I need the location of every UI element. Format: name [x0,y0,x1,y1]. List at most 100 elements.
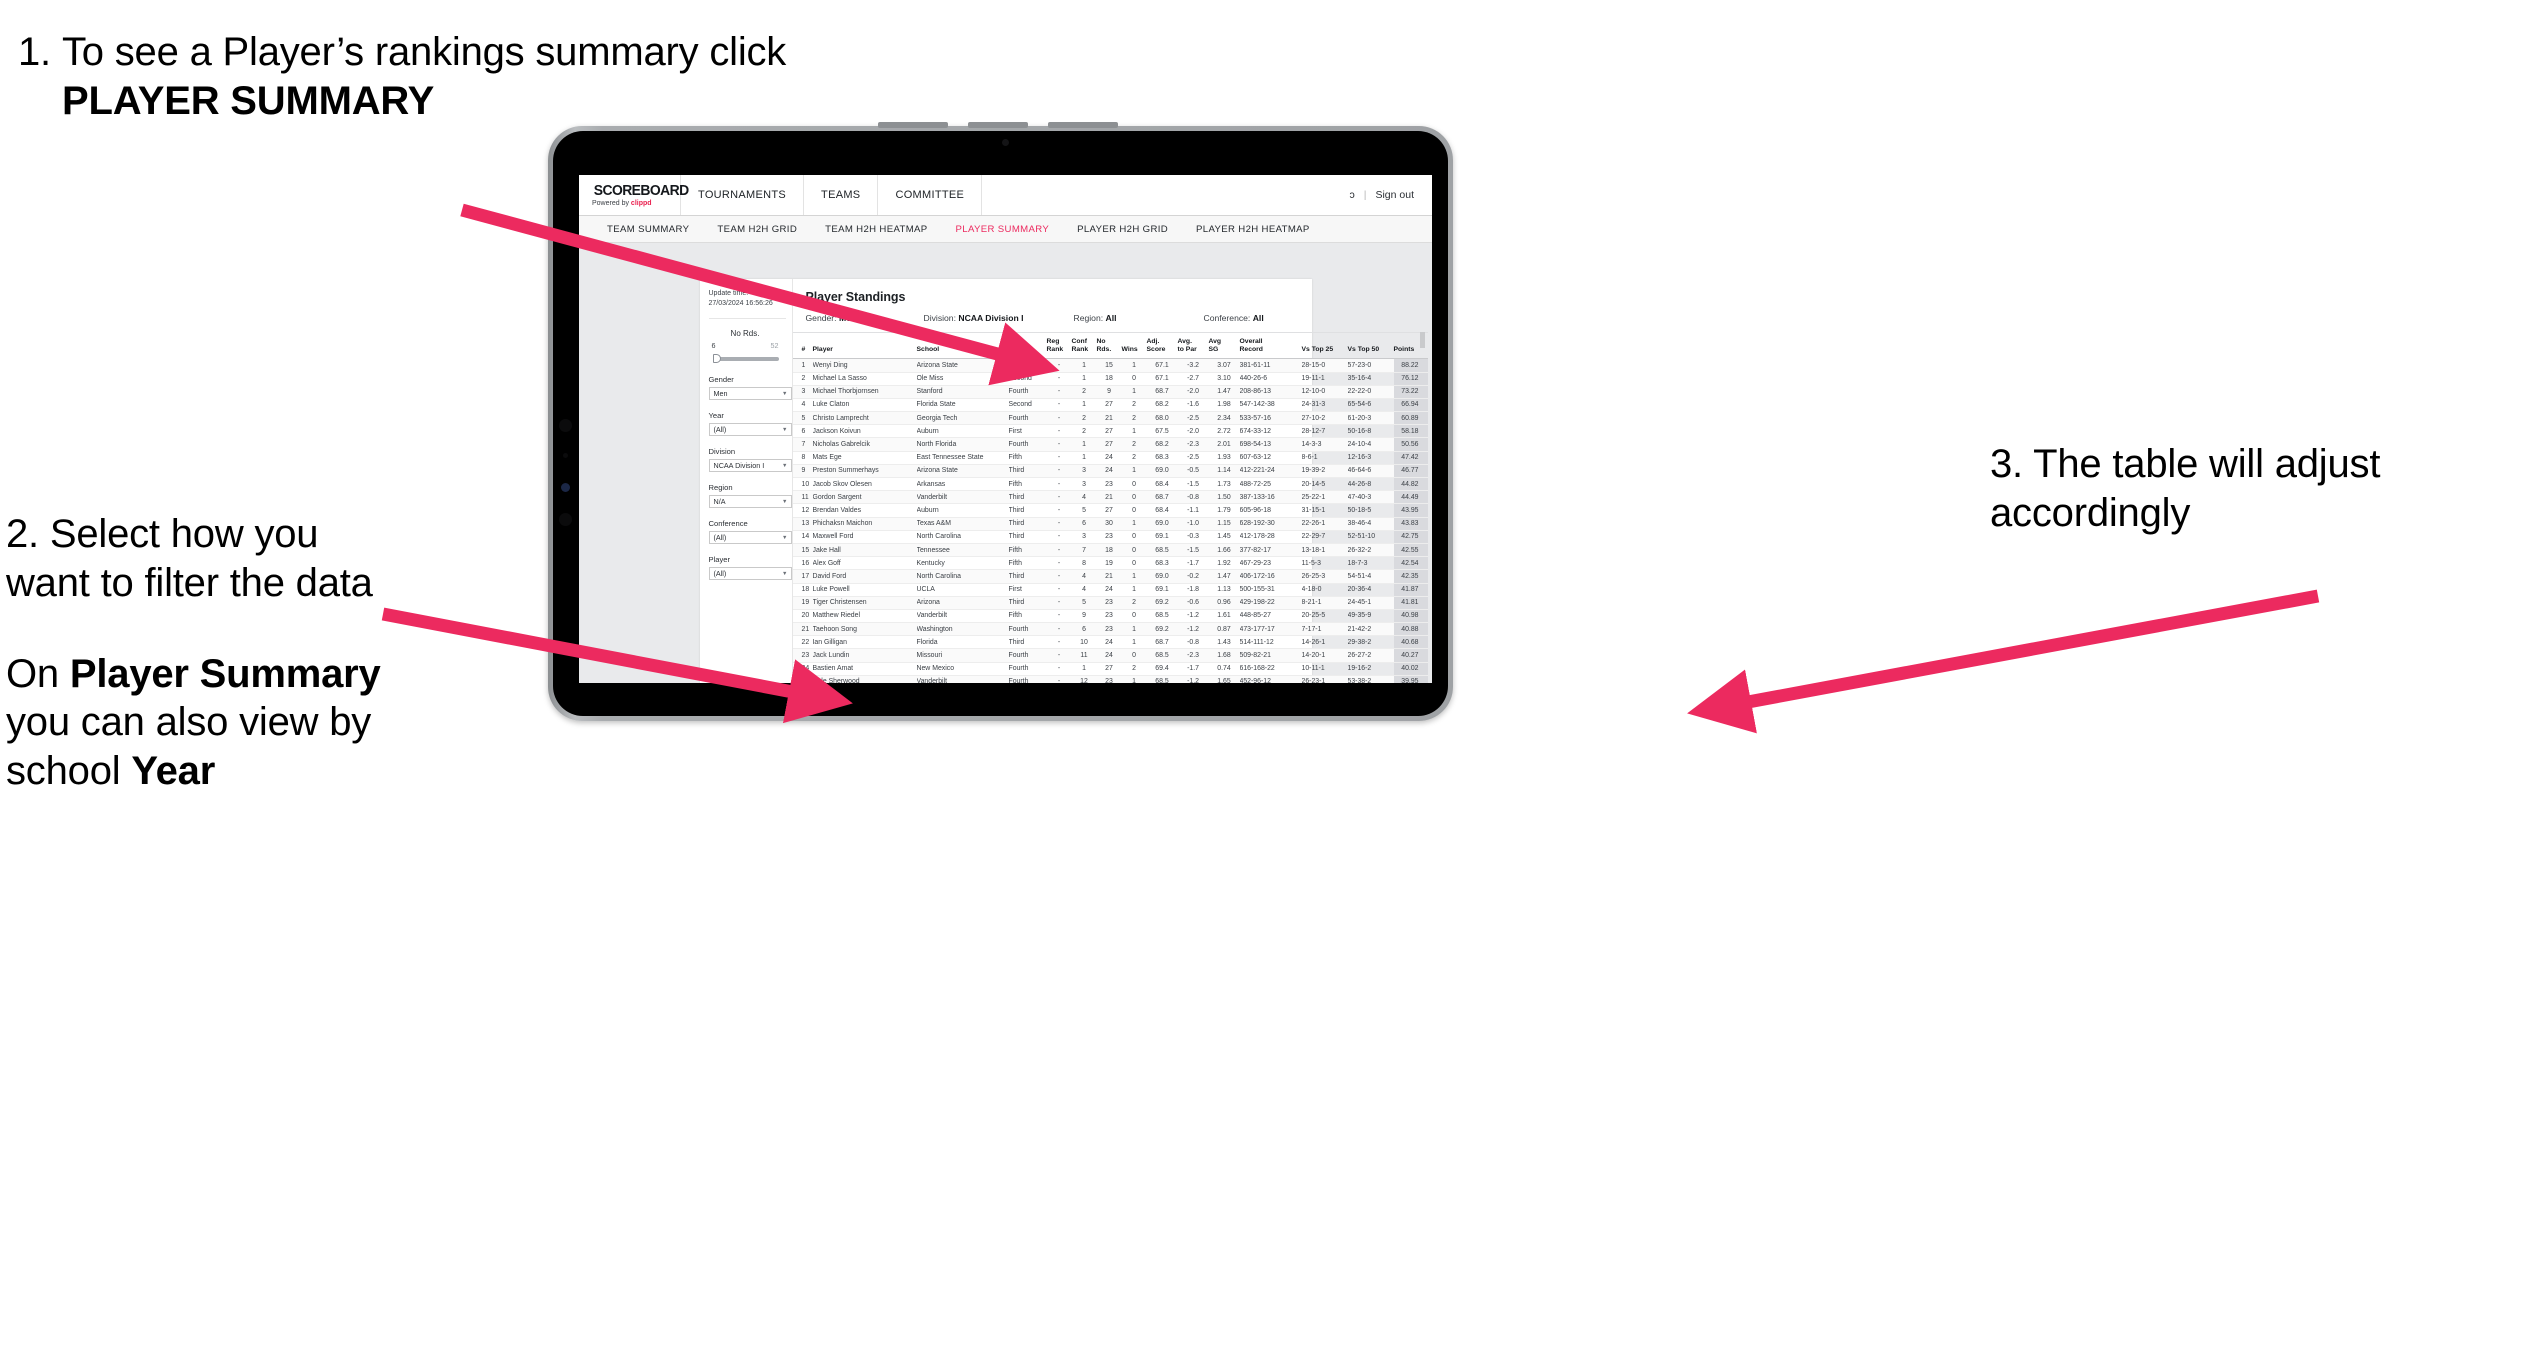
column-header-school[interactable]: School [916,331,1009,360]
table-row[interactable]: 20 Matthew Riedel Vanderbilt Fifth -9 23 0 68.5… [792,609,1428,624]
column-header-no-rds[interactable]: No Rds. [1096,331,1122,360]
cell-avg-to-par: -1.7 [1177,556,1209,571]
column-header-conf-rank[interactable]: Conf Rank [1071,331,1097,360]
table-row[interactable]: 10 Jacob Skov Olesen Arkansas Fifth -3 23 0 68.… [792,477,1428,492]
meta-gender-label: Gender: [805,313,839,323]
column-header-overall-record[interactable]: Overall Record [1239,331,1302,360]
filter-gender-select[interactable]: Men ▼ [708,387,792,401]
topnav-item-committee[interactable]: COMMITTEE [878,175,983,215]
slider-handle[interactable] [712,354,721,364]
column-header-player[interactable]: Player [812,331,917,360]
table-row[interactable]: 18 Luke Powell UCLA First -4 24 1 69.1 -1.8 1.13 5… [792,583,1428,597]
column-header-vs-top-50[interactable]: Vs Top 50 [1347,331,1394,360]
subnav-item-team-h2h-grid[interactable]: TEAM H2H GRID [703,224,811,235]
cell-player: Matthew Riedel [812,609,917,624]
topnav-item-tournaments[interactable]: TOURNAMENTS [681,175,805,215]
table-row[interactable]: 25 Cole Sherwood Vanderbilt Fourth -12 23 1 68.… [792,675,1428,683]
cell-points: 50.56 [1393,437,1428,452]
cell-adj-score: 67.1 [1146,372,1178,386]
cell-player: Christo Lamprecht [812,411,917,426]
table-row[interactable]: 19 Tiger Christensen Arizona Third -5 23 2 69.2… [792,596,1428,610]
cell-avg-sg: 1.13 [1208,583,1240,597]
sensor-dot-icon [559,419,572,432]
column-header-avg-sg[interactable]: Avg SG [1208,331,1240,360]
table-row[interactable]: 24 Bastien Amat New Mexico Fourth -1 27 2 69.4-… [792,662,1428,676]
cell-no-rds: 23 [1096,622,1122,637]
no-rounds-slider[interactable] [709,353,782,364]
table-row[interactable]: 8 Mats Ege East Tennessee State Fifth -1 24 2 6… [792,451,1428,465]
column-header-adj-score[interactable]: Adj. Score [1146,331,1178,360]
cell-wins: 2 [1121,437,1147,452]
column-header-reg-rank[interactable]: Reg Rank [1046,331,1072,360]
sign-out-link[interactable]: Sign out [1375,189,1414,201]
cell-player: Bastien Amat [812,662,917,676]
cell-vs-top-50: 50-18-5 [1347,503,1394,518]
column-header-yr[interactable]: Yr [1008,331,1047,360]
column-header-[interactable]: # [792,331,813,360]
table-row[interactable]: 16 Alex Goff Kentucky Fifth -8 19 0 68.3 -1.7 1.9… [792,556,1428,571]
table-row[interactable]: 23 Jack Lundin Missouri Fourth -11 24 0 68.5 -2.… [792,648,1428,663]
cell-yr: Third [1008,490,1047,505]
tablet-top-button-3 [1048,122,1118,128]
table-row[interactable]: 21 Taehoon Song Washington Fourth -6 23 1 69.2-… [792,622,1428,637]
table-row[interactable]: 5 Christo Lamprecht Georgia Tech Fourth -2 21… [792,411,1428,426]
cell-avg-to-par: -1.8 [1177,583,1209,597]
table-row[interactable]: 4 Luke Claton Florida State Second -1 27 2 68.2… [792,398,1428,413]
subnav-item-team-summary[interactable]: TEAM SUMMARY [593,224,703,235]
cell-wins: 1 [1121,583,1147,597]
filter-year-select[interactable]: (All) ▼ [708,423,792,437]
table-row[interactable]: 15 Jake Hall Tennessee Fifth -7 18 0 68.5 -1.5 1.… [792,543,1428,558]
table-row[interactable]: 6 Jackson Koivun Auburn First -2 27 1 67.5 -2.0 2… [792,424,1428,439]
subnav-item-player-summary[interactable]: PLAYER SUMMARY [942,224,1064,235]
table-row[interactable]: 9 Preston Summerhays Arizona State Third -3 2… [792,464,1428,479]
callout-1-bold: PLAYER SUMMARY [62,78,435,123]
topnav-right-group: ɔ | Sign out [1349,175,1432,215]
filter-division-select[interactable]: NCAA Division I ▼ [708,459,792,473]
chevron-down-icon: ▼ [782,462,788,469]
column-header-wins[interactable]: Wins [1121,331,1147,360]
user-account-icon[interactable]: ɔ [1349,189,1354,201]
table-row[interactable]: 3 Michael Thorbjornsen Stanford Fourth -2 9 1 6… [792,385,1428,399]
table-row[interactable]: 7 Nicholas Gabrelcik North Florida Fourth -1… [792,437,1428,452]
column-header-avg-to-par[interactable]: Avg. to Par [1177,331,1209,360]
table-row[interactable]: 17 David Ford North Carolina Third -4 21 1 69.0… [792,569,1428,584]
cell-avg-sg: 3.07 [1208,358,1240,373]
table-row[interactable]: 1 Wenyi Ding Arizona State First -1 15 1 67.1 -3… [792,358,1428,373]
cell-overall-record: 509-82-21 [1239,648,1302,663]
table-row[interactable]: 2 Michael La Sasso Ole Miss Second -1 18 0 67.1… [792,372,1428,386]
cell-: 4 [792,398,813,413]
cell-vs-top-25: 14-3-3 [1301,437,1348,452]
cell-points: 40.27 [1393,648,1428,663]
cell-player: Jacob Skov Olesen [812,477,917,492]
callout-2-b: Player Summary [69,651,381,696]
cell-points: 40.88 [1393,622,1428,637]
subnav-item-player-h2h-heatmap[interactable]: PLAYER H2H HEATMAP [1182,224,1324,235]
cell-school: New Mexico [916,662,1009,676]
cell-conf-rank: 3 [1071,477,1097,492]
table-row[interactable]: 14 Maxwell Ford North Carolina Third -3 23 0 69… [792,530,1428,544]
meta-division-label: Division: [923,313,959,323]
cell-avg-to-par: -1.0 [1177,517,1209,531]
meta-conference: Conference: All [1204,313,1264,323]
subnav-item-player-h2h-grid[interactable]: PLAYER H2H GRID [1063,224,1182,235]
filter-player-select[interactable]: (All) ▼ [708,567,792,581]
visualization-panel: Update time: 27/03/2024 16:56:26 No Rds.… [699,279,1428,683]
table-scrollbar[interactable] [1419,332,1425,348]
cell-player: Brendan Valdes [812,503,917,518]
topnav-item-teams[interactable]: TEAMS [804,175,879,215]
cell-: 5 [792,411,813,426]
filter-conference-select[interactable]: (All) ▼ [708,531,792,545]
brand-logo[interactable]: SCOREBOARD Powered by clippd [579,175,689,215]
table-row[interactable]: 11 Gordon Sargent Vanderbilt Third -4 21 0 68.7… [792,490,1428,505]
cell-adj-score: 68.3 [1146,556,1178,571]
subnav-item-team-h2h-heatmap[interactable]: TEAM H2H HEATMAP [811,224,941,235]
table-row[interactable]: 22 Ian Gilligan Florida Third -10 24 1 68.7 -0.8… [792,635,1428,650]
column-header-vs-top-25[interactable]: Vs Top 25 [1301,331,1348,360]
table-row[interactable]: 13 Phichaksn Maichon Texas A&M Third -6 30 1 69… [792,517,1428,531]
meta-region-value: All [1105,313,1117,323]
page-title: Player Standings [805,290,906,304]
cell-adj-score: 67.1 [1146,358,1178,373]
cell-vs-top-25: 12-10-0 [1301,385,1348,399]
filter-region-select[interactable]: N/A ▼ [708,495,792,509]
table-row[interactable]: 12 Brendan Valdes Auburn Third -5 27 0 68.4 -1.1… [792,503,1428,518]
